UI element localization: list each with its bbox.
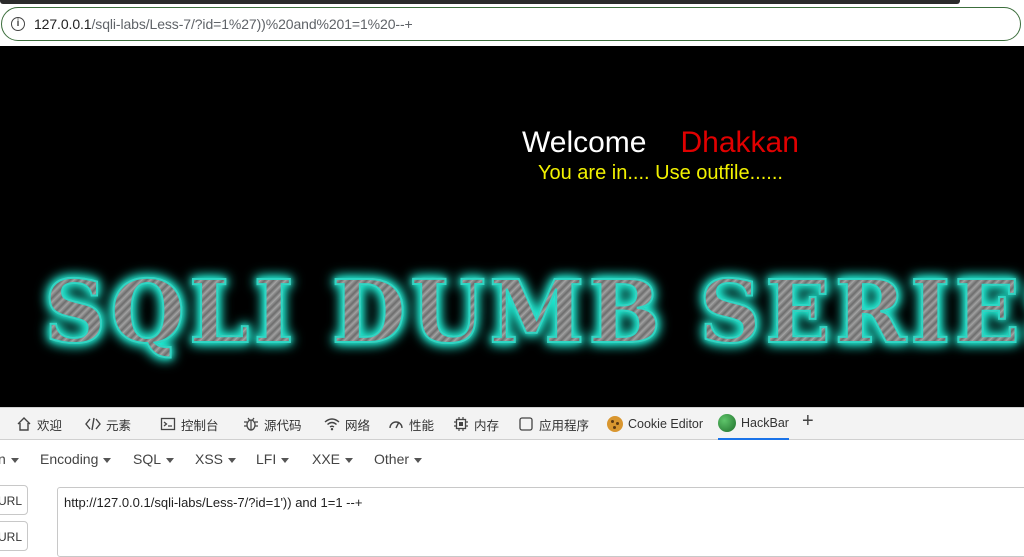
- tab-console[interactable]: 控制台: [160, 408, 219, 440]
- welcome-text: Welcome: [522, 126, 647, 159]
- tab-sources[interactable]: 源代码: [243, 408, 302, 440]
- tab-label: 内存: [474, 418, 500, 433]
- chevron-down-icon: [228, 457, 237, 463]
- tab-label: HackBar: [741, 416, 789, 430]
- tab-label: 元素: [106, 418, 132, 433]
- info-icon[interactable]: i: [11, 17, 25, 31]
- tab-label: 网络: [345, 418, 371, 433]
- menu-load-partial[interactable]: n: [0, 451, 19, 467]
- tab-memory[interactable]: 内存: [453, 408, 499, 440]
- home-icon: [16, 416, 32, 432]
- console-icon: [160, 416, 176, 432]
- chevron-down-icon: [281, 457, 290, 463]
- tab-welcome[interactable]: 欢迎: [16, 408, 62, 440]
- chevron-down-icon: [345, 457, 354, 463]
- hackbar-icon: [718, 414, 736, 432]
- chevron-down-icon: [103, 457, 112, 463]
- menu-sql[interactable]: SQL: [133, 451, 175, 467]
- menu-label: XSS: [195, 451, 224, 467]
- devtools-tab-strip: 欢迎 元素 控制台 源代码 网络 性能 内存 应用程序 Cookie Edito…: [0, 407, 1024, 440]
- cookie-icon: [607, 416, 623, 432]
- menu-label: Other: [374, 451, 410, 467]
- menu-label: LFI: [256, 451, 277, 467]
- page-viewport: Welcome Dhakkan You are in.... Use outfil…: [0, 46, 1024, 407]
- address-bar-area: i 127.0.0.1/sqli-labs/Less-7/?id=1%27))%…: [0, 0, 1024, 46]
- menu-lfi[interactable]: LFI: [256, 451, 290, 467]
- address-url[interactable]: 127.0.0.1/sqli-labs/Less-7/?id=1%27))%20…: [34, 16, 413, 32]
- hackbar-menu: n Encoding SQL XSS LFI XXE Other: [0, 440, 1024, 479]
- menu-encoding[interactable]: Encoding: [40, 451, 112, 467]
- load-url-button[interactable]: URL: [0, 485, 28, 515]
- menu-label: n: [0, 451, 6, 467]
- sqli-banner: SQLI DUMB SERIES: [43, 267, 1024, 359]
- menu-label: XXE: [312, 451, 341, 467]
- menu-label: Encoding: [40, 451, 99, 467]
- tab-label: 性能: [409, 418, 435, 433]
- tab-label: 应用程序: [539, 418, 590, 433]
- tab-label: 控制台: [181, 418, 219, 433]
- chevron-down-icon: [166, 457, 175, 463]
- hackbar-body: URL URL http://127.0.0.1/sqli-labs/Less-…: [0, 478, 1024, 557]
- url-input[interactable]: http://127.0.0.1/sqli-labs/Less-7/?id=1'…: [57, 487, 1024, 557]
- tab-hackbar[interactable]: HackBar: [718, 408, 789, 440]
- wifi-icon: [324, 416, 340, 432]
- status-message: You are in.... Use outfile......: [538, 162, 783, 184]
- tab-label: 欢迎: [37, 418, 63, 433]
- tab-label: Cookie Editor: [628, 417, 704, 431]
- welcome-name: Dhakkan: [680, 126, 799, 159]
- bug-icon: [243, 416, 259, 432]
- address-path: /sqli-labs/Less-7/?id=1%27))%20and%201=1…: [91, 16, 413, 32]
- tab-performance[interactable]: 性能: [388, 408, 434, 440]
- tab-network[interactable]: 网络: [324, 408, 370, 440]
- tab-cookie-editor[interactable]: Cookie Editor: [607, 408, 703, 440]
- split-url-button[interactable]: URL: [0, 521, 28, 551]
- menu-xxe[interactable]: XXE: [312, 451, 354, 467]
- tab-strip-edge: [0, 0, 960, 4]
- menu-other[interactable]: Other: [374, 451, 423, 467]
- gauge-icon: [388, 416, 404, 432]
- app-icon: [518, 416, 534, 432]
- chip-icon: [453, 416, 469, 432]
- menu-xss[interactable]: XSS: [195, 451, 237, 467]
- add-tab-plus-icon[interactable]: +: [802, 410, 814, 433]
- tab-label: 源代码: [264, 418, 302, 433]
- address-host: 127.0.0.1: [34, 16, 92, 32]
- tab-application[interactable]: 应用程序: [518, 408, 589, 440]
- menu-label: SQL: [133, 451, 162, 467]
- tab-elements[interactable]: 元素: [85, 408, 131, 440]
- chevron-down-icon: [414, 457, 423, 463]
- welcome-line: Welcome Dhakkan: [522, 126, 799, 160]
- address-bar[interactable]: i 127.0.0.1/sqli-labs/Less-7/?id=1%27))%…: [1, 7, 1021, 41]
- chevron-down-icon: [10, 457, 19, 463]
- code-icon: [85, 416, 101, 432]
